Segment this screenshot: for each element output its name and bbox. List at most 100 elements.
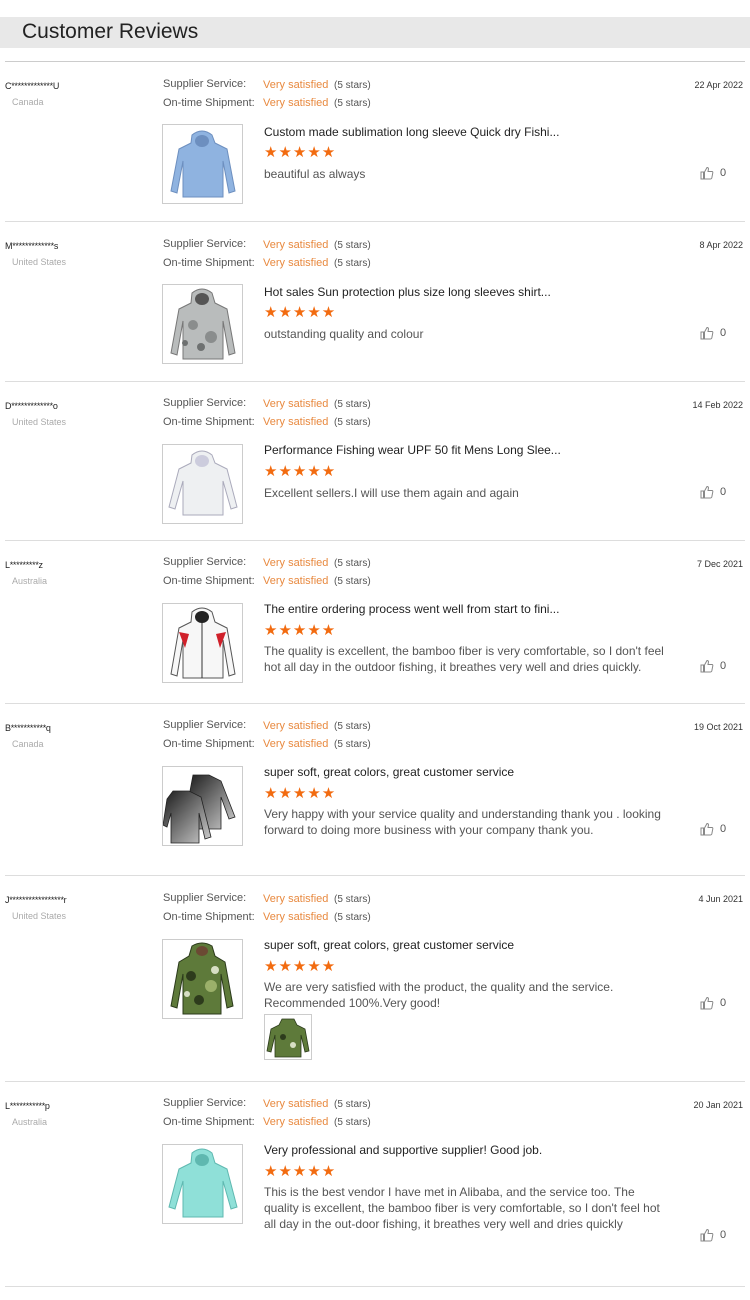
- shipment-label: On-time Shipment:: [163, 97, 255, 109]
- product-title[interactable]: Hot sales Sun protection plus size long …: [264, 285, 551, 299]
- reviewer-name: D*************o: [5, 401, 58, 411]
- supplier-service-label: Supplier Service:: [163, 892, 247, 904]
- thumbs-up-icon: [700, 822, 714, 836]
- product-thumbnail[interactable]: [162, 284, 243, 364]
- shipment-stars-text: (5 stars): [334, 417, 371, 428]
- supplier-rating: Very satisfied: [263, 239, 329, 251]
- review-item: L***********p Australia Supplier Service…: [0, 1082, 750, 1287]
- like-button[interactable]: 0: [700, 996, 726, 1010]
- review-comment: Excellent sellers.I will use them again …: [264, 486, 519, 500]
- supplier-stars-text: (5 stars): [334, 894, 371, 905]
- supplier-service-label: Supplier Service:: [163, 719, 247, 731]
- review-date: 14 Feb 2022: [692, 400, 743, 410]
- product-thumbnail[interactable]: [162, 766, 243, 846]
- shipment-label: On-time Shipment:: [163, 911, 255, 923]
- product-thumbnail[interactable]: [162, 444, 243, 524]
- reviewer-country: Australia: [12, 1117, 48, 1127]
- reviewer-country: United States: [12, 257, 67, 267]
- like-count: 0: [720, 660, 727, 672]
- page-title: Customer Reviews: [22, 20, 199, 43]
- review-comment: outstanding quality and colour: [264, 327, 424, 341]
- shipment-rating: Very satisfied: [263, 1116, 329, 1128]
- review-item: B***********q Canada Supplier Service: O…: [0, 704, 750, 876]
- review-comment: This is the best vendor I have met in Al…: [264, 1185, 660, 1231]
- supplier-stars-text: (5 stars): [334, 399, 371, 410]
- like-count: 0: [720, 1229, 727, 1241]
- review-date: 22 Apr 2022: [694, 80, 743, 90]
- reviewer-country: United States: [12, 911, 67, 921]
- supplier-service-label: Supplier Service:: [163, 78, 247, 90]
- thumbs-up-icon: [700, 659, 714, 673]
- thumbs-up-icon: [700, 485, 714, 499]
- rating-stars: ★★★★★: [264, 304, 337, 321]
- white-hoodie-image: [168, 450, 238, 516]
- product-thumbnail[interactable]: [162, 939, 243, 1019]
- reviewer-name: J*****************r: [5, 895, 67, 905]
- review-item: D*************o United States Supplier S…: [0, 382, 750, 541]
- review-item: C*************U Canada Supplier Service:…: [0, 62, 750, 222]
- shipment-rating: Very satisfied: [263, 257, 329, 269]
- rating-stars: ★★★★★: [264, 144, 337, 161]
- supplier-rating: Very satisfied: [263, 893, 329, 905]
- thumbs-up-icon: [700, 1228, 714, 1242]
- shipment-label: On-time Shipment:: [163, 257, 255, 269]
- grey-camo-hoodie-image: [170, 288, 236, 360]
- like-button[interactable]: 0: [700, 1228, 726, 1242]
- supplier-stars-text: (5 stars): [334, 80, 371, 91]
- supplier-stars-text: (5 stars): [334, 240, 371, 251]
- review-item: M*************s United States Supplier S…: [0, 222, 750, 382]
- product-title[interactable]: Performance Fishing wear UPF 50 fit Mens…: [264, 443, 561, 457]
- product-thumbnail[interactable]: [162, 1144, 243, 1224]
- product-title[interactable]: Very professional and supportive supplie…: [264, 1143, 542, 1157]
- supplier-rating: Very satisfied: [263, 720, 329, 732]
- shipment-stars-text: (5 stars): [334, 1117, 371, 1128]
- shipment-rating: Very satisfied: [263, 416, 329, 428]
- thumbs-up-icon: [700, 996, 714, 1010]
- supplier-stars-text: (5 stars): [334, 1099, 371, 1110]
- like-count: 0: [720, 486, 727, 498]
- product-title[interactable]: super soft, great colors, great customer…: [264, 938, 514, 952]
- product-thumbnail[interactable]: [162, 603, 243, 683]
- reviewer-country: Australia: [12, 576, 48, 586]
- supplier-service-label: Supplier Service:: [163, 238, 247, 250]
- section-header: Customer Reviews: [0, 17, 750, 48]
- reviewer-name: L*********z: [5, 560, 43, 570]
- rating-stars: ★★★★★: [264, 1163, 337, 1180]
- green-camo-shirt-image: [170, 942, 234, 1015]
- product-title[interactable]: super soft, great colors, great customer…: [264, 765, 514, 779]
- review-photo[interactable]: [264, 1014, 312, 1060]
- like-button[interactable]: 0: [700, 485, 726, 499]
- shipment-label: On-time Shipment:: [163, 1116, 255, 1128]
- like-button[interactable]: 0: [700, 166, 726, 180]
- product-title[interactable]: The entire ordering process went well fr…: [264, 602, 559, 616]
- shipment-rating: Very satisfied: [263, 911, 329, 923]
- review-date: 20 Jan 2021: [693, 1100, 743, 1110]
- review-comment: Very happy with your service quality and…: [264, 807, 661, 837]
- like-count: 0: [720, 823, 727, 835]
- shipment-rating: Very satisfied: [263, 97, 329, 109]
- like-count: 0: [720, 997, 727, 1009]
- review-date: 8 Apr 2022: [699, 240, 743, 250]
- like-button[interactable]: 0: [700, 326, 726, 340]
- review-item: L*********z Australia Supplier Service: …: [0, 541, 750, 704]
- like-count: 0: [720, 327, 727, 339]
- review-date: 19 Oct 2021: [693, 722, 743, 732]
- review-date: 4 Jun 2021: [698, 894, 743, 904]
- shipment-rating: Very satisfied: [263, 575, 329, 587]
- like-button[interactable]: 0: [700, 659, 726, 673]
- like-button[interactable]: 0: [700, 822, 726, 836]
- reviewer-country: United States: [12, 417, 67, 427]
- product-thumbnail[interactable]: [162, 124, 243, 204]
- reviewer-country: Canada: [12, 97, 44, 107]
- divider: [5, 1286, 745, 1287]
- review-comment: We are very satisfied with the product, …: [264, 980, 614, 1010]
- supplier-stars-text: (5 stars): [334, 721, 371, 732]
- product-title[interactable]: Custom made sublimation long sleeve Quic…: [264, 125, 559, 139]
- shipment-stars-text: (5 stars): [334, 912, 371, 923]
- reviewer-name: L***********p: [5, 1101, 50, 1111]
- supplier-service-label: Supplier Service:: [163, 1097, 247, 1109]
- mint-hoodie-image: [168, 1148, 238, 1218]
- reviewer-name: B***********q: [5, 723, 51, 733]
- supplier-service-label: Supplier Service:: [163, 397, 247, 409]
- supplier-rating: Very satisfied: [263, 79, 329, 91]
